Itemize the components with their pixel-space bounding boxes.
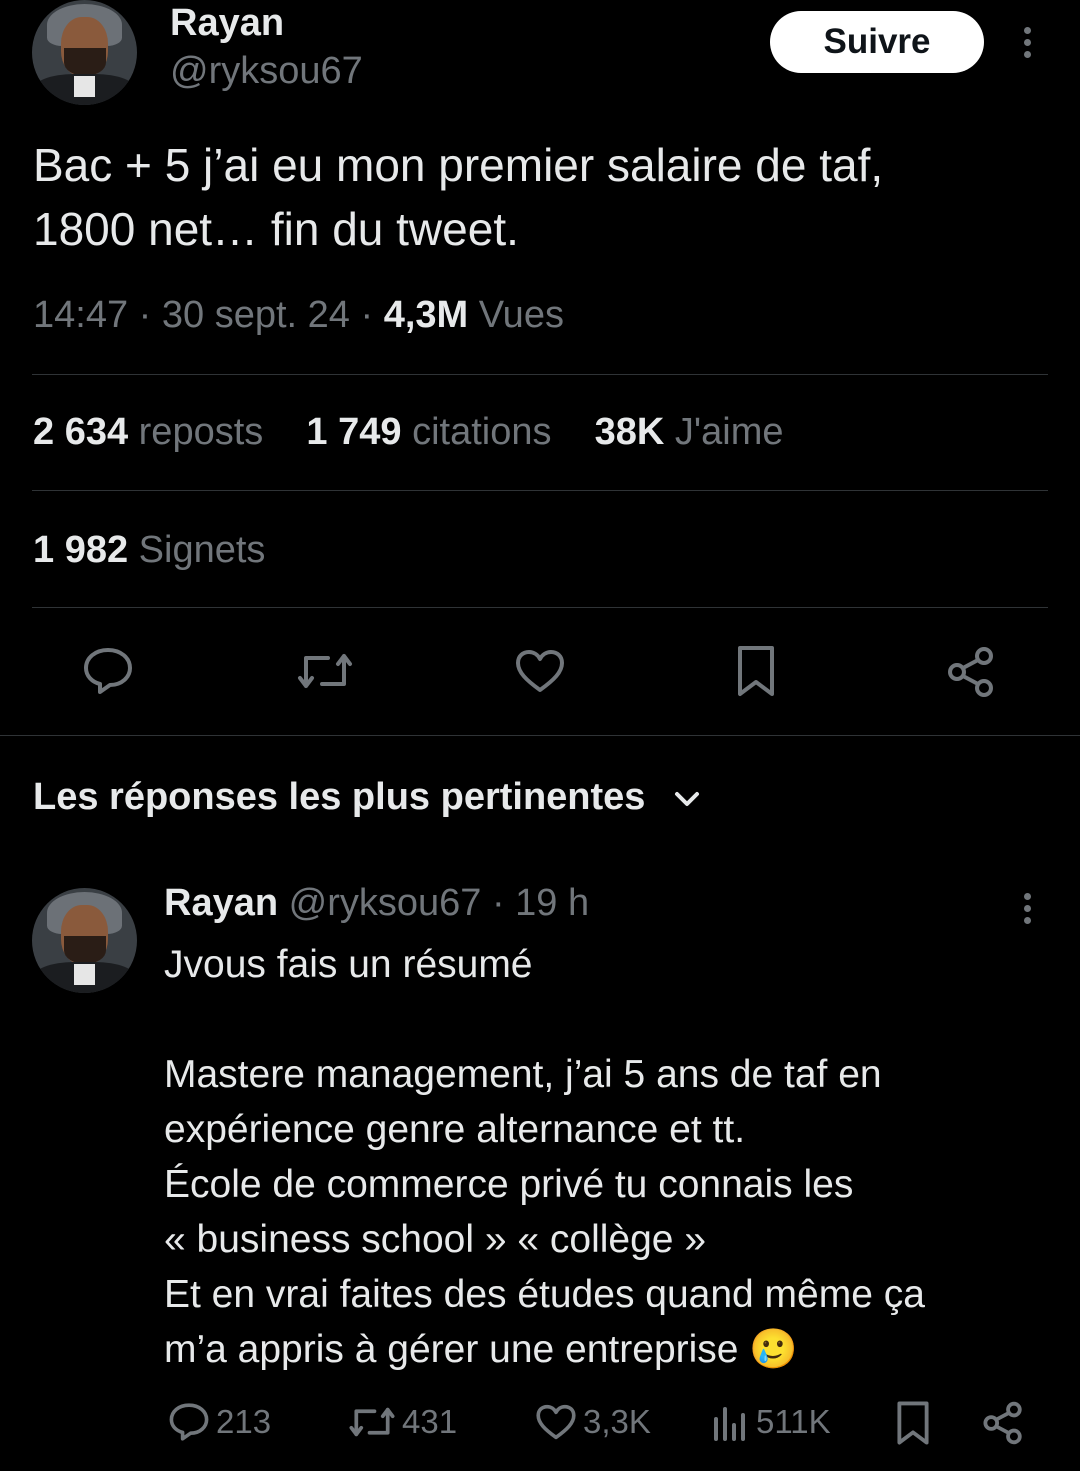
repost-icon bbox=[348, 1403, 396, 1441]
like-count: 3,3K bbox=[583, 1403, 651, 1440]
author-handle[interactable]: @ryksou67 bbox=[170, 50, 363, 93]
tweet-text-line: 1800 net… fin du tweet. bbox=[33, 203, 519, 255]
reply-text-line: École de commerce privé tu connais les bbox=[164, 1163, 854, 1206]
reply-text-line: Jvous fais un résumé bbox=[164, 943, 533, 986]
reply-text-line: Mastere management, j’ai 5 ans de taf en bbox=[164, 1053, 882, 1096]
reply-views-button[interactable]: 511K bbox=[712, 1400, 831, 1444]
tweet-text: Bac + 5 j’ai eu mon premier salaire de t… bbox=[33, 133, 883, 261]
divider bbox=[32, 607, 1048, 608]
reply-header: Rayan @ryksou67 · 19 h bbox=[164, 882, 590, 924]
views-label: Vues bbox=[478, 294, 564, 336]
divider bbox=[32, 490, 1048, 491]
more-icon[interactable] bbox=[1022, 27, 1032, 63]
tweet-time[interactable]: 14:47 bbox=[33, 294, 128, 336]
reply-text-line: « business school » « collège » bbox=[164, 1218, 707, 1261]
heart-icon[interactable] bbox=[514, 648, 566, 694]
bookmarks-stat[interactable]: 1 982 Signets bbox=[33, 529, 265, 572]
repost-count: 431 bbox=[402, 1403, 458, 1440]
reply-text-line: m’a appris à gérer une entreprise bbox=[164, 1328, 739, 1371]
quotes-stat[interactable]: 1 749 citations bbox=[306, 411, 562, 453]
reply-bookmark-icon[interactable] bbox=[894, 1400, 932, 1446]
reposts-stat[interactable]: 2 634 reposts bbox=[33, 411, 274, 453]
reply-icon[interactable] bbox=[82, 646, 134, 696]
reply-more-icon[interactable] bbox=[1022, 893, 1032, 929]
views-count: 4,3M bbox=[383, 294, 469, 336]
reply-count: 213 bbox=[216, 1403, 272, 1440]
reply-author-avatar[interactable] bbox=[32, 888, 137, 993]
engagement-stats: 2 634 reposts 1 749 citations 38K J'aime bbox=[33, 411, 784, 454]
repost-icon[interactable] bbox=[296, 648, 354, 694]
share-icon[interactable] bbox=[946, 646, 996, 698]
reply-like-button[interactable]: 3,3K bbox=[535, 1400, 651, 1444]
heart-icon bbox=[535, 1403, 577, 1441]
reply-icon bbox=[168, 1402, 210, 1442]
replies-sort-label: Les réponses les plus pertinentes bbox=[33, 776, 646, 818]
reply-text: Jvous fais un résumé Mastere management,… bbox=[164, 937, 925, 1377]
tweet-meta: 14:47 · 30 sept. 24 · 4,3M Vues bbox=[33, 294, 564, 336]
replies-sort-toggle[interactable]: Les réponses les plus pertinentes bbox=[33, 776, 700, 819]
bookmark-icon[interactable] bbox=[734, 644, 778, 698]
divider bbox=[32, 374, 1048, 375]
likes-stat[interactable]: 38K J'aime bbox=[595, 411, 784, 453]
reply-text-line: Et en vrai faites des études quand même … bbox=[164, 1273, 925, 1316]
emoji: 🥲 bbox=[749, 1328, 798, 1371]
reply-reply-button[interactable]: 213 bbox=[168, 1400, 271, 1444]
reply-share-icon[interactable] bbox=[982, 1401, 1024, 1445]
reply-repost-button[interactable]: 431 bbox=[348, 1400, 457, 1444]
views-icon bbox=[712, 1403, 748, 1441]
reply-time[interactable]: 19 h bbox=[515, 882, 589, 924]
tweet-date[interactable]: 30 sept. 24 bbox=[162, 294, 350, 336]
section-divider bbox=[0, 735, 1080, 736]
author-avatar[interactable] bbox=[32, 0, 137, 105]
author-name[interactable]: Rayan bbox=[170, 2, 284, 45]
tweet-text-line: Bac + 5 j’ai eu mon premier salaire de t… bbox=[33, 139, 884, 191]
reply-text-line: expérience genre alternance et tt. bbox=[164, 1108, 746, 1151]
reply-author-handle[interactable]: @ryksou67 bbox=[289, 882, 482, 924]
reply-author-name[interactable]: Rayan bbox=[164, 882, 278, 924]
chevron-down-icon bbox=[674, 790, 700, 808]
view-count: 511K bbox=[756, 1403, 831, 1440]
follow-button[interactable]: Suivre bbox=[770, 11, 984, 73]
